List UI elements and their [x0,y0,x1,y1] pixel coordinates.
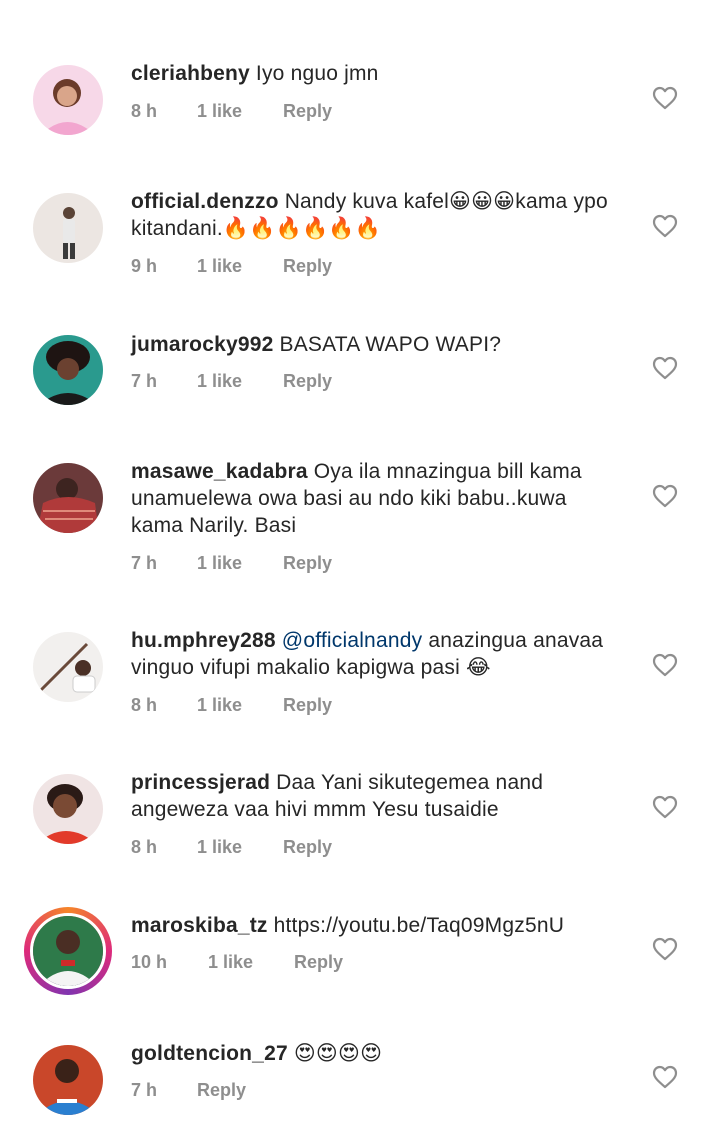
like-count[interactable]: 1 like [197,256,283,277]
username[interactable]: cleriahbeny [131,62,250,85]
comment-text: jumarocky992 BASATA WAPO WAPI? [131,331,621,358]
reply-button[interactable]: Reply [283,553,332,574]
comment-text: hu.mphrey288 @officialnandy anazingua ana… [131,627,621,681]
like-count[interactable]: 1 like [197,101,283,122]
heart-icon[interactable] [652,356,678,380]
username[interactable]: goldtencion_27 [131,1042,288,1065]
comment-body: 😍😍😍😍 [293,1042,383,1065]
comment-meta: 7 h 1 like Reply [131,371,332,392]
heart-icon[interactable] [652,214,678,238]
comment-text: maroskiba_tz https://youtu.be/Taq09Mgz5nU [131,912,621,939]
heart-icon[interactable] [652,484,678,508]
avatar-story-ring[interactable] [24,907,112,995]
reply-button[interactable]: Reply [283,101,332,122]
comment-body: Iyo nguo jmn [255,62,379,85]
comment-meta: 10 h 1 like Reply [131,952,343,973]
username[interactable]: princessjerad [131,771,270,794]
username[interactable]: hu.mphrey288 [131,629,276,652]
avatar[interactable] [33,774,103,844]
username[interactable]: masawe_kadabra [131,460,308,483]
heart-icon[interactable] [652,86,678,110]
timestamp: 9 h [131,256,158,276]
comment-meta: 8 h 1 like Reply [131,695,332,716]
comment-meta: 8 h 1 like Reply [131,101,332,122]
reply-button[interactable]: Reply [294,952,343,973]
comment-meta: 9 h 1 like Reply [131,256,332,277]
reply-button[interactable]: Reply [283,256,332,277]
avatar[interactable] [33,632,103,702]
reply-button[interactable]: Reply [283,371,332,392]
comment-text: masawe_kadabra Oya ila mnazingua bill kam… [131,458,621,539]
heart-icon[interactable] [652,937,678,961]
reply-button[interactable]: Reply [283,695,332,716]
timestamp: 8 h [131,101,158,121]
username[interactable]: maroskiba_tz [131,914,268,937]
like-count[interactable]: 1 like [197,371,283,392]
timestamp: 7 h [131,553,158,573]
heart-icon[interactable] [652,653,678,677]
mention-link[interactable]: @officialnandy [282,629,422,652]
username[interactable]: jumarocky992 [131,333,274,356]
avatar[interactable] [33,463,103,533]
comment-meta: 7 h 1 like Reply [131,553,332,574]
like-count[interactable]: 1 like [197,553,283,574]
like-count[interactable]: 1 like [197,837,283,858]
avatar[interactable] [33,335,103,405]
heart-icon[interactable] [652,795,678,819]
comment-text: goldtencion_27 😍😍😍😍 [131,1040,621,1067]
comment-meta: 8 h 1 like Reply [131,837,332,858]
timestamp: 10 h [131,952,168,972]
comment-body: BASATA WAPO WAPI? [279,333,502,356]
reply-button[interactable]: Reply [283,837,332,858]
timestamp: 7 h [131,371,158,391]
timestamp: 8 h [131,837,158,857]
comment-text: cleriahbeny Iyo nguo jmn [131,60,621,87]
heart-icon[interactable] [652,1065,678,1089]
comment-link[interactable]: https://youtu.be/Taq09Mgz5nU [274,914,564,937]
like-count[interactable]: 1 like [208,952,294,973]
avatar [30,913,106,989]
avatar[interactable] [33,193,103,263]
comment-text: princessjerad Daa Yani sikutegemea nand a… [131,769,621,823]
avatar[interactable] [33,1045,103,1115]
comment-meta: 7 h Reply [131,1080,246,1101]
timestamp: 8 h [131,695,158,715]
reply-button[interactable]: Reply [197,1080,246,1101]
like-count[interactable]: 1 like [197,695,283,716]
comment-text: official.denzzo Nandy kuva kafel😀😀😀kama y… [131,188,621,242]
avatar[interactable] [33,65,103,135]
timestamp: 7 h [131,1080,158,1100]
username[interactable]: official.denzzo [131,190,279,213]
